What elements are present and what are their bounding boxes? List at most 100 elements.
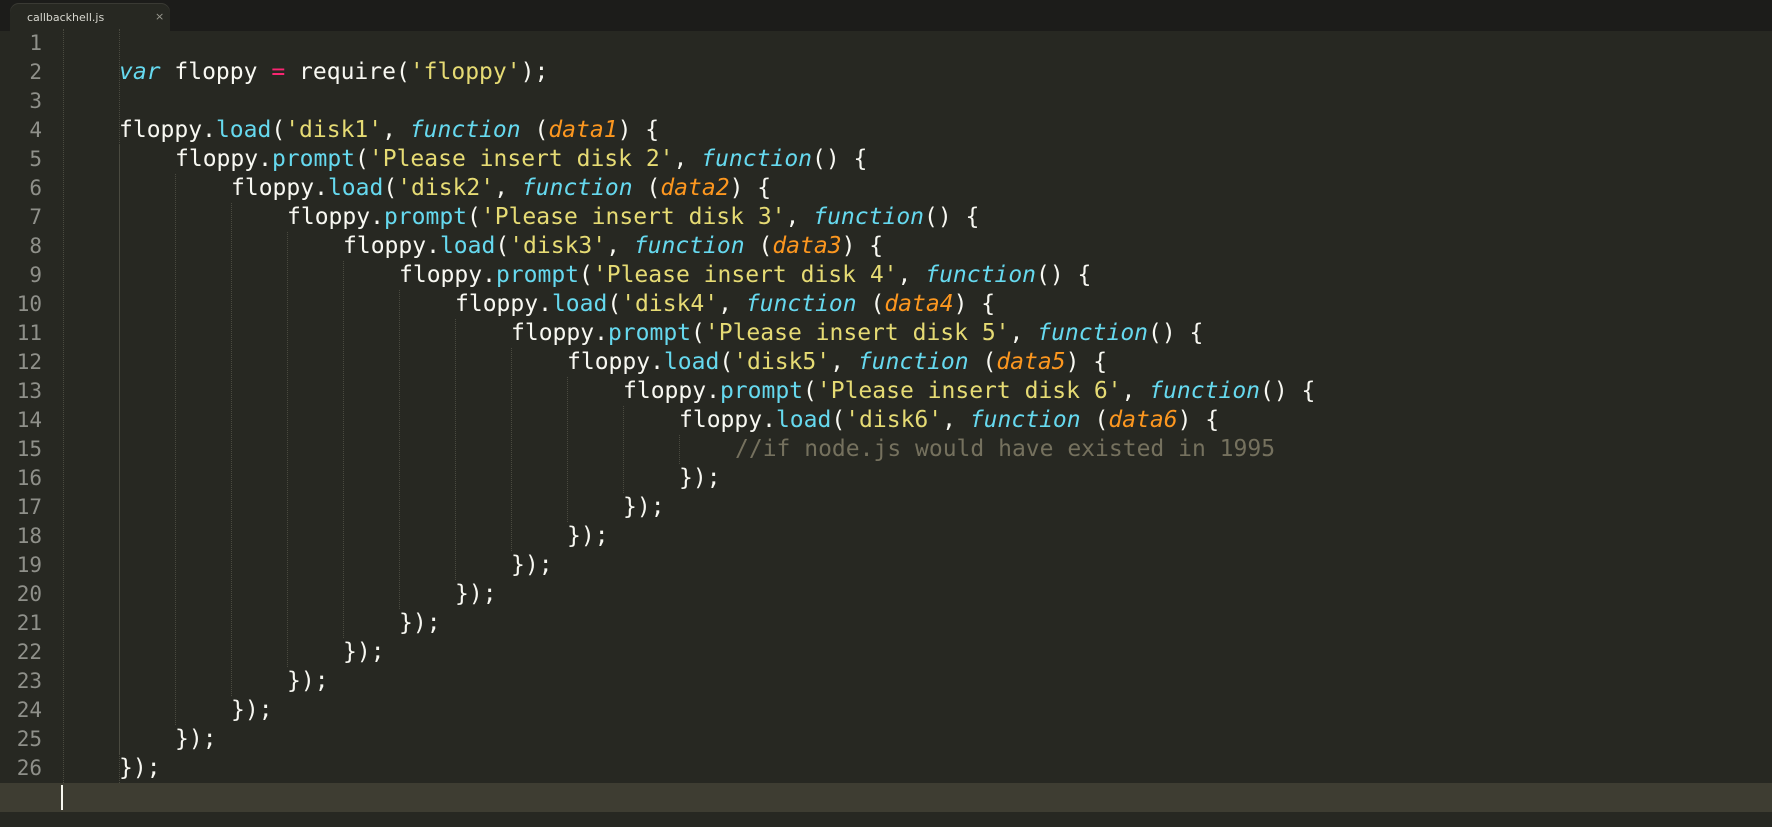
code-line[interactable]: var floppy = require('floppy'); bbox=[119, 58, 548, 87]
code-token-plain: , bbox=[1009, 320, 1038, 346]
line-number: 9 bbox=[29, 263, 42, 287]
code-token-plain: () { bbox=[924, 204, 980, 230]
code-token-plain: , bbox=[897, 262, 926, 288]
code-token-prop: prompt bbox=[607, 320, 692, 346]
code-token-plain: , bbox=[785, 204, 814, 230]
code-token-prop: load bbox=[775, 407, 832, 433]
code-line[interactable]: }); bbox=[287, 667, 329, 696]
code-line[interactable]: }); bbox=[567, 522, 609, 551]
indent-guide bbox=[175, 174, 176, 725]
line-number: 1 bbox=[29, 31, 42, 55]
code-line[interactable]: }); bbox=[119, 754, 161, 783]
code-line[interactable]: floppy.load('disk6', function (data6) { bbox=[679, 406, 1219, 435]
code-line[interactable]: floppy.prompt('Please insert disk 3', fu… bbox=[287, 203, 979, 232]
code-token-plain: , bbox=[606, 233, 634, 259]
code-token-param: data1 bbox=[548, 117, 618, 143]
code-token-fn: function bbox=[409, 117, 521, 143]
code-token-plain: () { bbox=[1260, 378, 1316, 404]
code-line[interactable]: floppy.prompt('Please insert disk 6', fu… bbox=[623, 377, 1315, 406]
code-token-param: data5 bbox=[996, 349, 1066, 375]
indent-guide bbox=[287, 232, 288, 667]
code-token-plain: ) { bbox=[953, 291, 996, 317]
code-token-plain: ( bbox=[1080, 407, 1109, 433]
line-number: 23 bbox=[16, 669, 42, 693]
code-token-plain: ( bbox=[968, 349, 997, 375]
code-line[interactable]: floppy.prompt('Please insert disk 5', fu… bbox=[511, 319, 1203, 348]
code-line[interactable]: floppy.load('disk1', function (data1) { bbox=[119, 116, 659, 145]
indent-guide bbox=[567, 377, 568, 522]
line-number: 21 bbox=[16, 611, 42, 635]
code-token-plain: ( bbox=[744, 233, 773, 259]
code-line[interactable]: //if node.js would have existed in 1995 bbox=[735, 435, 1275, 464]
code-token-prop: load bbox=[439, 233, 496, 259]
line-number: 20 bbox=[16, 582, 42, 606]
code-token-str: 'Please insert disk 3' bbox=[480, 204, 786, 230]
code-line[interactable]: }); bbox=[511, 551, 553, 580]
code-token-plain: }); bbox=[455, 581, 497, 607]
code-token-op: = bbox=[271, 59, 286, 85]
line-number: 4 bbox=[29, 118, 42, 142]
code-line[interactable]: }); bbox=[399, 609, 441, 638]
code-line[interactable]: }); bbox=[679, 464, 721, 493]
code-token-plain: , bbox=[673, 146, 702, 172]
code-line[interactable]: floppy.load('disk2', function (data2) { bbox=[231, 174, 771, 203]
code-token-plain: floppy. bbox=[287, 204, 384, 230]
code-line[interactable]: floppy.load('disk4', function (data4) { bbox=[455, 290, 995, 319]
code-token-plain: , bbox=[942, 407, 970, 433]
line-number: 6 bbox=[29, 176, 42, 200]
code-token-plain: ) { bbox=[729, 175, 772, 201]
close-icon[interactable]: × bbox=[155, 10, 164, 23]
code-line[interactable]: floppy.load('disk5', function (data5) { bbox=[567, 348, 1107, 377]
line-number: 24 bbox=[16, 698, 42, 722]
code-token-str: 'floppy' bbox=[409, 59, 521, 85]
code-token-plain: ( bbox=[831, 407, 846, 433]
code-token-param: data4 bbox=[884, 291, 954, 317]
code-token-str: 'Please insert disk 4' bbox=[592, 262, 898, 288]
tab-bar: callbackhell.js × bbox=[0, 0, 1772, 31]
line-number: 18 bbox=[16, 524, 42, 548]
line-number: 2 bbox=[29, 60, 42, 84]
code-token-prop: prompt bbox=[719, 378, 804, 404]
tab-title: callbackhell.js bbox=[27, 11, 105, 24]
code-line[interactable]: }); bbox=[343, 638, 385, 667]
code-token-plain: floppy. bbox=[399, 262, 496, 288]
code-line[interactable]: floppy.prompt('Please insert disk 4', fu… bbox=[399, 261, 1091, 290]
line-number: 26 bbox=[16, 756, 42, 780]
code-token-fn: function bbox=[813, 204, 925, 230]
code-line[interactable]: }); bbox=[623, 493, 665, 522]
code-token-plain: ) { bbox=[841, 233, 884, 259]
line-number: 25 bbox=[16, 727, 42, 751]
code-token-plain: , bbox=[1121, 378, 1150, 404]
code-editor[interactable]: 1 2 3 4 5 6 7 8 9 10 11 12 13 14 15 16 17 18 19 20 21 22 23 24 2… bbox=[0, 29, 1772, 827]
code-token-plain: ( bbox=[856, 291, 885, 317]
code-line[interactable]: floppy.load('disk3', function (data3) { bbox=[343, 232, 883, 261]
code-token-plain: ( bbox=[383, 175, 398, 201]
code-token-plain: ) { bbox=[617, 117, 660, 143]
tab-callbackhell[interactable]: callbackhell.js × bbox=[10, 3, 170, 31]
code-token-fn: function bbox=[633, 233, 745, 259]
code-token-str: 'Please insert disk 2' bbox=[368, 146, 674, 172]
code-token-fn: function bbox=[701, 146, 813, 172]
indent-guide bbox=[511, 348, 512, 551]
indent-guide bbox=[63, 29, 64, 783]
code-token-fn: function bbox=[745, 291, 857, 317]
code-token-plain: , bbox=[718, 291, 746, 317]
code-line[interactable]: floppy.prompt('Please insert disk 2', fu… bbox=[175, 145, 867, 174]
code-token-plain: ( bbox=[467, 204, 481, 230]
code-token-plain: }); bbox=[623, 494, 665, 520]
code-token-prop: load bbox=[663, 349, 720, 375]
code-line[interactable]: }); bbox=[455, 580, 497, 609]
code-token-plain: ( bbox=[271, 117, 286, 143]
code-token-prop: load bbox=[327, 175, 384, 201]
indent-guide bbox=[679, 435, 680, 464]
code-token-plain: ( bbox=[803, 378, 817, 404]
code-line[interactable]: }); bbox=[231, 696, 273, 725]
code-line[interactable]: }); bbox=[175, 725, 217, 754]
code-token-str: 'disk2' bbox=[397, 175, 495, 201]
code-token-prop: prompt bbox=[495, 262, 580, 288]
indent-guide bbox=[343, 261, 344, 638]
line-number: 19 bbox=[16, 553, 42, 577]
code-token-plain: floppy. bbox=[679, 407, 776, 433]
code-token-plain: }); bbox=[343, 639, 385, 665]
code-token-plain: floppy. bbox=[343, 233, 440, 259]
